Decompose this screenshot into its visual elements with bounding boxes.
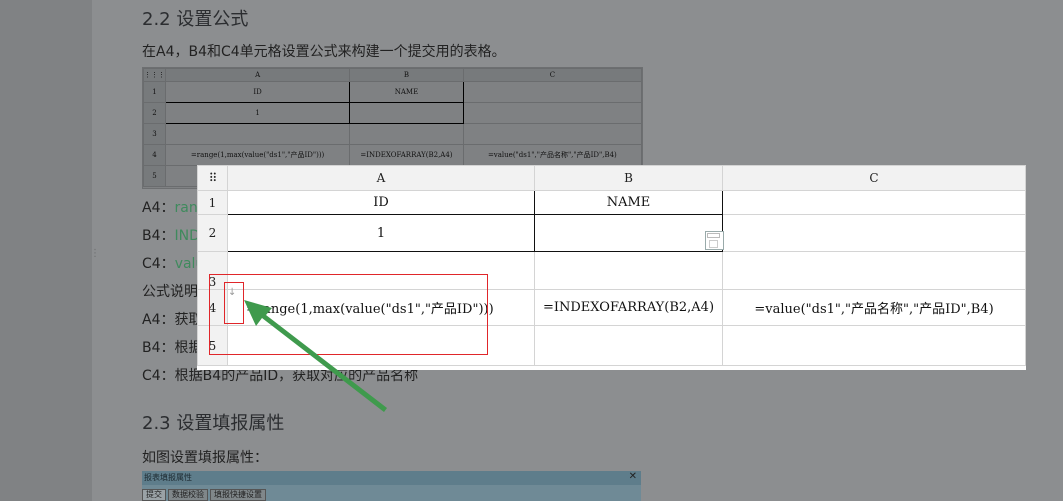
annotation-arrow	[244, 300, 387, 412]
arrow-shape	[244, 300, 387, 412]
